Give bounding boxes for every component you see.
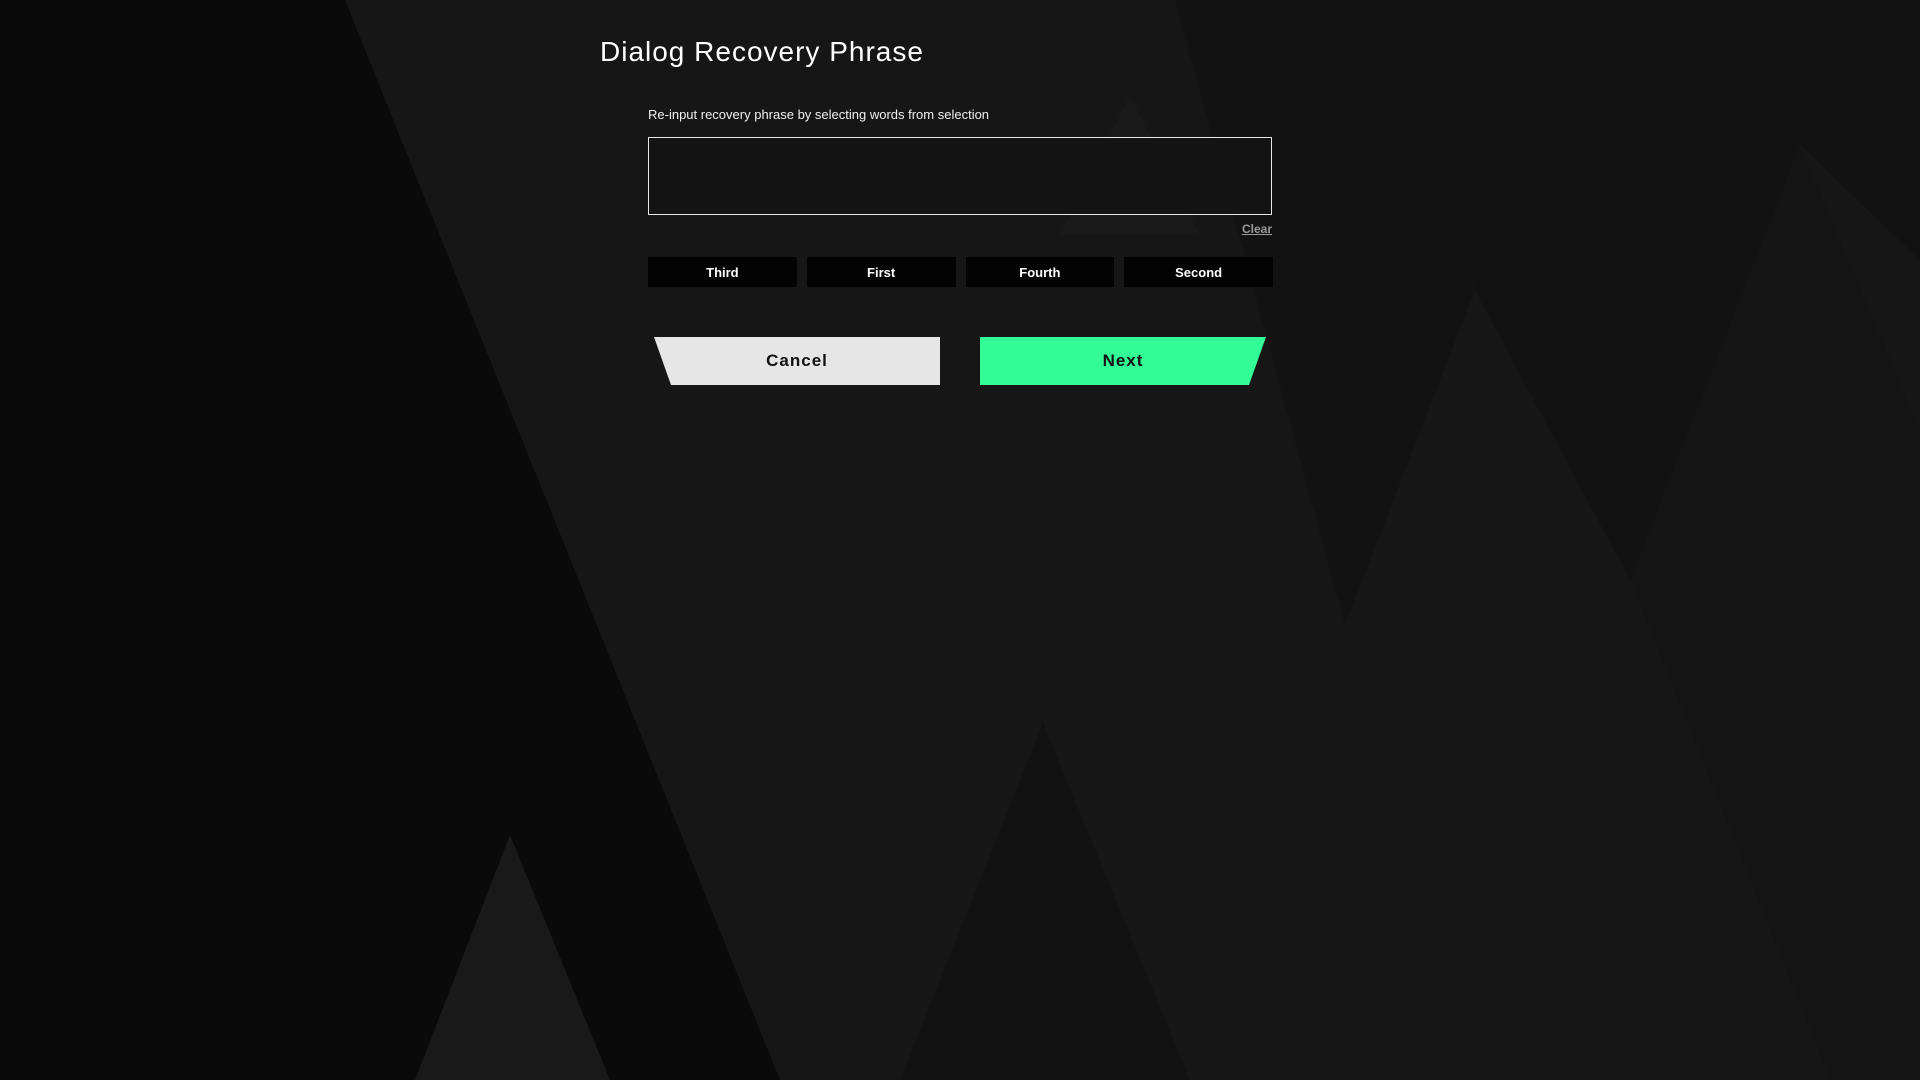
recovery-phrase-input[interactable] [648, 137, 1272, 215]
clear-link[interactable]: Clear [1242, 222, 1272, 236]
cancel-button-label: Cancel [766, 351, 828, 370]
word-option-fourth[interactable]: Fourth [965, 257, 1115, 287]
next-button-label: Next [1102, 351, 1144, 370]
cancel-button[interactable]: Cancel [654, 337, 940, 385]
word-option-third[interactable]: Third [648, 257, 797, 287]
instruction-text: Re-input recovery phrase by selecting wo… [648, 107, 990, 122]
word-option-second[interactable]: Second [1124, 257, 1273, 287]
next-button[interactable]: Next [980, 337, 1266, 385]
dialog-title: Dialog Recovery Phrase [600, 36, 924, 67]
word-selection: Third First Fourth Second [648, 257, 1273, 287]
dialog-screen: Dialog Recovery Phrase Re-input recovery… [0, 0, 1920, 1080]
word-option-first[interactable]: First [806, 257, 956, 287]
